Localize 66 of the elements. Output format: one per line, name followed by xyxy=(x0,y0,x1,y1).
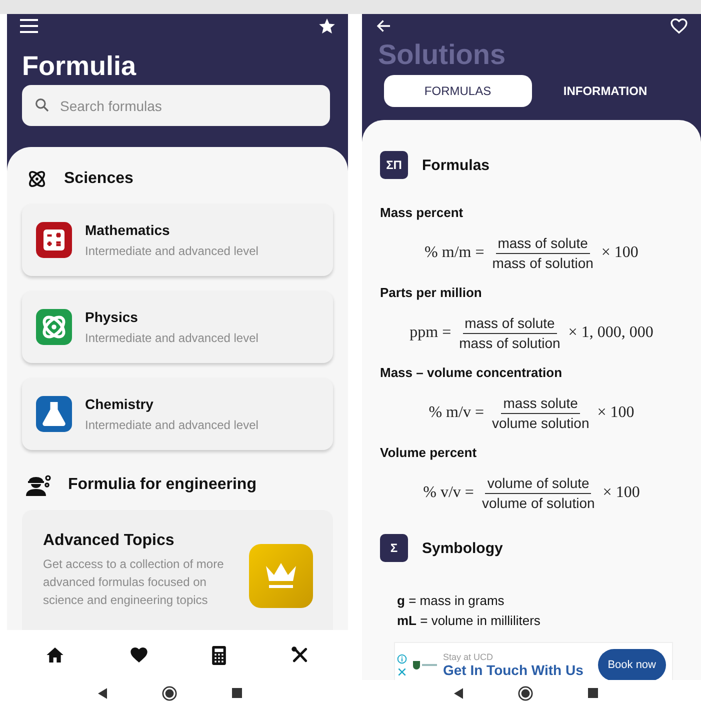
formula-factor: × 100 xyxy=(597,404,634,422)
section-badge: Σ xyxy=(380,534,408,562)
formula-factor: × 1, 000, 000 xyxy=(568,324,654,342)
home-button-icon[interactable] xyxy=(518,686,533,700)
category-card[interactable]: Chemistry Intermediate and advanced level xyxy=(22,378,333,450)
symbol-definition: mL = volume in milliliters xyxy=(397,612,542,630)
calculator-icon[interactable] xyxy=(212,646,226,664)
promo-title: Advanced Topics xyxy=(43,532,176,550)
category-subtitle: Intermediate and advanced level xyxy=(85,418,258,432)
category-title: Chemistry xyxy=(85,396,154,412)
search-icon xyxy=(34,97,50,113)
ad-eyebrow: Stay at UCD xyxy=(443,652,494,662)
page-title: Solutions xyxy=(378,38,507,72)
formula-label: Mass – volume concentration xyxy=(380,365,564,381)
back-icon[interactable] xyxy=(98,688,107,698)
tab[interactable]: FORMULAS xyxy=(384,75,532,107)
info-icon[interactable] xyxy=(397,654,407,664)
section-title: Sciences xyxy=(64,170,134,188)
book-now-button[interactable]: Book now xyxy=(598,649,666,680)
menu-icon[interactable] xyxy=(20,19,38,33)
section-title: Symbology xyxy=(422,540,503,556)
home-icon[interactable] xyxy=(44,645,65,665)
fraction-numerator: mass of solute xyxy=(496,234,590,254)
category-subtitle: Intermediate and advanced level xyxy=(85,244,258,258)
formula-lhs: % m/v = xyxy=(428,404,484,422)
formula-factor: × 100 xyxy=(602,484,640,502)
fraction-denominator: volume solution xyxy=(490,414,590,432)
fraction-numerator: mass of solute xyxy=(462,314,557,334)
formula-label: Mass percent xyxy=(380,205,464,221)
heart-icon[interactable] xyxy=(128,645,149,665)
logo-icon xyxy=(413,660,437,670)
ad-headline: Get In Touch With Us xyxy=(443,662,584,678)
promo-card[interactable]: Advanced Topics Get access to a collection of more advanced formulas focused on science and engineering topics xyxy=(22,510,333,630)
fraction-denominator: volume of solution xyxy=(480,494,596,512)
fraction-numerator: mass solute xyxy=(501,394,580,414)
formula-lhs: % m/m = xyxy=(424,244,484,262)
formula-lhs: ppm = xyxy=(410,324,452,342)
star-icon[interactable] xyxy=(318,17,336,35)
formula-factor: × 100 xyxy=(601,244,638,262)
formula-lhs: % v/v = xyxy=(423,484,474,502)
app-title: Formulia xyxy=(22,50,138,82)
fraction-denominator: mass of solution xyxy=(491,254,594,272)
category-card[interactable]: Mathematics Intermediate and advanced level xyxy=(22,204,333,276)
category-title: Physics xyxy=(85,309,139,325)
section-title: Formulas xyxy=(422,156,490,174)
atom-icon xyxy=(26,168,48,190)
ad-banner[interactable]: Stay at UCD Get In Touch With Us Book now xyxy=(394,642,673,680)
tab[interactable]: INFORMATION xyxy=(532,75,679,107)
crown-icon xyxy=(249,544,313,608)
section-title: Formulia for engineering xyxy=(68,476,256,494)
back-icon[interactable] xyxy=(454,688,463,698)
fraction-numerator: volume of solute xyxy=(485,474,592,494)
home-button-icon[interactable] xyxy=(162,686,177,700)
category-title: Mathematics xyxy=(85,222,171,238)
symbol-definition: g = mass in grams xyxy=(397,592,506,610)
search-field[interactable]: Search formulas xyxy=(22,85,330,126)
promo-description: Get access to a collection of more advanced formulas focused on science and engineering topics xyxy=(43,556,225,609)
category-card[interactable]: Physics Intermediate and advanced level xyxy=(22,291,333,363)
section-badge: ΣΠ xyxy=(380,151,408,179)
formula-label: Parts per million xyxy=(380,285,483,301)
heart-outline-icon[interactable] xyxy=(669,16,689,36)
close-icon[interactable] xyxy=(397,666,407,676)
formula-label: Volume percent xyxy=(380,445,478,461)
category-subtitle: Intermediate and advanced level xyxy=(85,331,258,345)
fraction-denominator: mass of solution xyxy=(458,334,562,352)
engineer-icon xyxy=(26,474,52,496)
